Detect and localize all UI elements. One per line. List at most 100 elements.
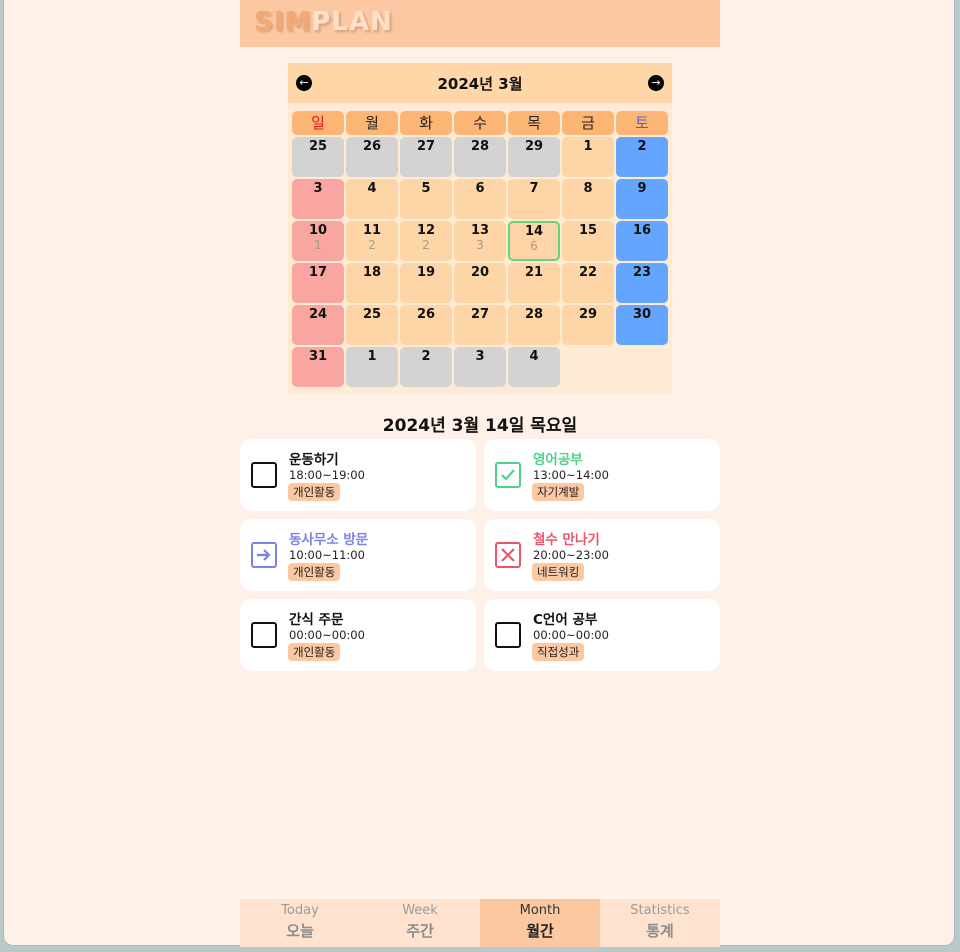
task-card[interactable]: 영어공부 13:00~14:00 자기계발 <box>484 439 720 511</box>
task-category-tag: 개인활동 <box>288 483 341 501</box>
day-number: 17 <box>308 265 328 280</box>
calendar-day[interactable]: 4 <box>508 347 560 387</box>
calendar-day[interactable]: 25 <box>292 137 344 177</box>
weekday-header-row: 일월화수목금토 <box>292 111 670 135</box>
calendar-day[interactable]: 30 <box>616 305 668 345</box>
tab-label-en: Statistics <box>630 903 690 918</box>
calendar-day[interactable]: 29 <box>508 137 560 177</box>
calendar-day[interactable]: 20 <box>454 263 506 303</box>
calendar-day[interactable]: 19 <box>400 263 452 303</box>
day-number: 9 <box>637 181 647 196</box>
calendar-day[interactable]: 26 <box>346 137 398 177</box>
day-number: 28 <box>524 307 544 322</box>
calendar-day[interactable]: 15 <box>562 221 614 261</box>
day-number: 30 <box>632 307 652 322</box>
weekday-label: 토 <box>616 111 668 135</box>
app-logo[interactable]: SIMPLAN <box>254 7 393 37</box>
task-category-tag: 직접성과 <box>532 643 585 661</box>
tab-label-ko: 오늘 <box>286 922 314 940</box>
calendar-day[interactable]: 3 <box>292 179 344 219</box>
day-number: 26 <box>416 307 436 322</box>
check-icon[interactable] <box>495 462 521 488</box>
calendar-grid: 25 26 27 28 29 1 2 3 4 5 6 7 8 9 10 1 11 2 12 2 13 3 14 6 15 16 17… <box>292 137 670 389</box>
empty-checkbox-icon[interactable] <box>495 622 521 648</box>
calendar-day[interactable]: 2 <box>616 137 668 177</box>
calendar-day-today[interactable]: 14 6 <box>508 221 560 261</box>
calendar-day[interactable]: 28 <box>454 137 506 177</box>
task-card[interactable]: 철수 만나기 20:00~23:00 네트워킹 <box>484 519 720 591</box>
calendar-day[interactable]: 5 <box>400 179 452 219</box>
day-number: 20 <box>470 265 490 280</box>
calendar-day[interactable]: 18 <box>346 263 398 303</box>
calendar-day[interactable]: 6 <box>454 179 506 219</box>
task-category-tag: 개인활동 <box>288 643 341 661</box>
task-title: 철수 만나기 <box>533 532 600 548</box>
tab-statistics[interactable]: Statistics 통계 <box>600 899 720 947</box>
empty-checkbox-icon[interactable] <box>251 462 277 488</box>
calendar-day[interactable]: 26 <box>400 305 452 345</box>
calendar-day[interactable]: 10 1 <box>292 221 344 261</box>
task-time: 20:00~23:00 <box>533 548 609 562</box>
day-number: 4 <box>529 349 539 364</box>
day-number: 10 <box>308 223 328 238</box>
tab-label-ko: 월간 <box>526 922 554 940</box>
day-task-count: 2 <box>368 238 376 252</box>
tab-label-en: Week <box>402 903 438 918</box>
calendar-day[interactable]: 23 <box>616 263 668 303</box>
calendar-day[interactable]: 4 <box>346 179 398 219</box>
task-category-tag: 개인활동 <box>288 563 341 581</box>
calendar-day[interactable]: 7 <box>508 179 560 219</box>
arrow-right-icon[interactable] <box>251 542 277 568</box>
calendar-day[interactable]: 8 <box>562 179 614 219</box>
calendar-day[interactable]: 21 <box>508 263 560 303</box>
calendar-day[interactable]: 29 <box>562 305 614 345</box>
x-icon[interactable] <box>495 542 521 568</box>
day-number: 18 <box>362 265 382 280</box>
day-number: 11 <box>362 223 382 238</box>
calendar-day[interactable]: 2 <box>400 347 452 387</box>
calendar-day[interactable]: 31 <box>292 347 344 387</box>
calendar-day[interactable]: 16 <box>616 221 668 261</box>
tab-week[interactable]: Week 주간 <box>360 899 480 947</box>
calendar-day[interactable]: 28 <box>508 305 560 345</box>
calendar-day[interactable]: 17 <box>292 263 344 303</box>
task-title: C언어 공부 <box>533 612 598 628</box>
tab-label-ko: 주간 <box>406 922 434 940</box>
bottom-tab-bar: Today 오늘 Week 주간 Month 월간 Statistics 통계 <box>240 899 720 947</box>
logo-rest: PLAN <box>311 7 393 37</box>
task-card[interactable]: C언어 공부 00:00~00:00 직접성과 <box>484 599 720 671</box>
next-month-button[interactable]: → <box>648 75 664 91</box>
task-card[interactable]: 간식 주문 00:00~00:00 개인활동 <box>240 599 476 671</box>
day-number: 21 <box>524 265 544 280</box>
day-number: 13 <box>470 223 490 238</box>
tab-today[interactable]: Today 오늘 <box>240 899 360 947</box>
day-task-count: 3 <box>476 238 484 252</box>
calendar-day[interactable]: 27 <box>400 137 452 177</box>
calendar-day[interactable]: 9 <box>616 179 668 219</box>
calendar-day[interactable]: 13 3 <box>454 221 506 261</box>
day-number: 4 <box>367 181 377 196</box>
calendar-day[interactable]: 12 2 <box>400 221 452 261</box>
empty-checkbox-icon[interactable] <box>251 622 277 648</box>
calendar-day[interactable]: 22 <box>562 263 614 303</box>
task-time: 00:00~00:00 <box>533 628 609 642</box>
tab-label-ko: 통계 <box>646 922 674 940</box>
calendar-day[interactable]: 25 <box>346 305 398 345</box>
calendar-day[interactable]: 27 <box>454 305 506 345</box>
task-time: 10:00~11:00 <box>289 548 365 562</box>
day-number: 28 <box>470 139 490 154</box>
day-number: 25 <box>362 307 382 322</box>
calendar-day[interactable]: 24 <box>292 305 344 345</box>
calendar-day[interactable]: 1 <box>346 347 398 387</box>
tab-month[interactable]: Month 월간 <box>480 899 600 947</box>
day-number: 29 <box>524 139 544 154</box>
day-number: 23 <box>632 265 652 280</box>
task-card[interactable]: 운동하기 18:00~19:00 개인활동 <box>240 439 476 511</box>
weekday-label: 월 <box>346 111 398 135</box>
calendar-day[interactable]: 11 2 <box>346 221 398 261</box>
calendar-day[interactable]: 1 <box>562 137 614 177</box>
task-card[interactable]: 동사무소 방문 10:00~11:00 개인활동 <box>240 519 476 591</box>
logo-accent: SIM <box>254 7 312 37</box>
calendar-day[interactable]: 3 <box>454 347 506 387</box>
task-time: 00:00~00:00 <box>289 628 365 642</box>
